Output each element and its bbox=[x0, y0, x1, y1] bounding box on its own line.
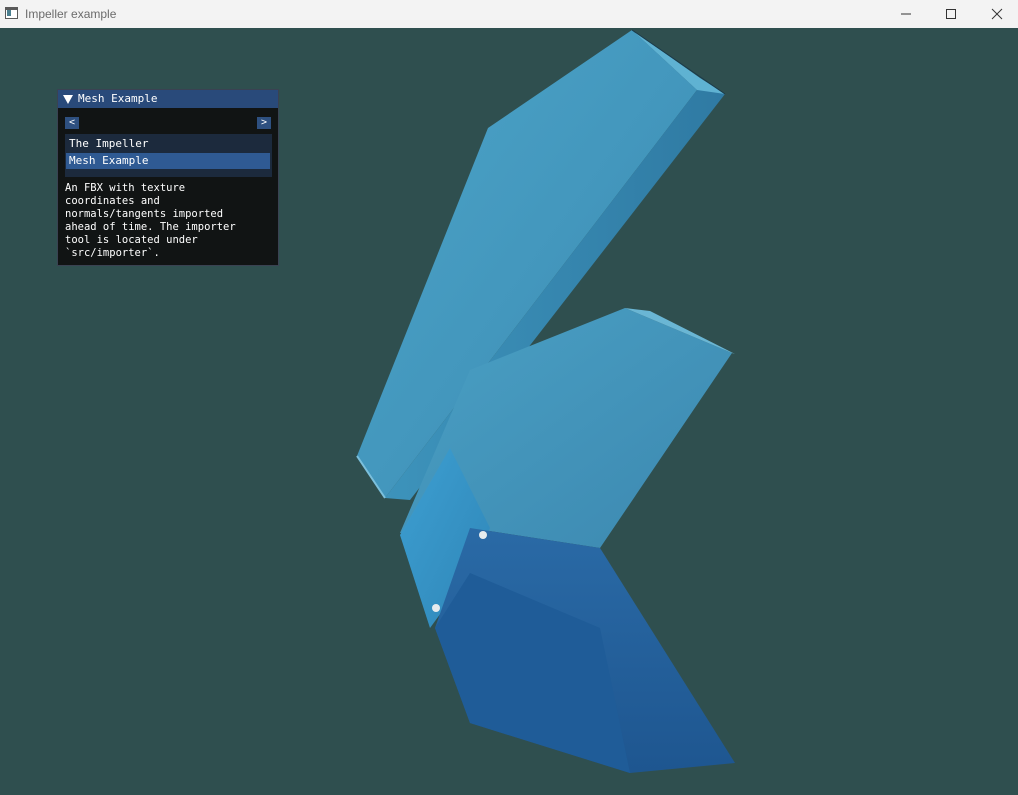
previous-example-button[interactable]: < bbox=[65, 117, 79, 129]
panel-title: Mesh Example bbox=[78, 92, 158, 105]
window-title-bar[interactable]: Impeller example bbox=[0, 0, 1018, 28]
maximize-button[interactable] bbox=[928, 0, 974, 28]
next-example-button[interactable]: > bbox=[257, 117, 271, 129]
list-item-the-impeller[interactable]: The Impeller bbox=[66, 136, 270, 152]
mesh-screw-2 bbox=[432, 604, 440, 612]
close-icon bbox=[991, 8, 1003, 20]
panel-title-bar[interactable]: Mesh Example bbox=[58, 90, 278, 108]
maximize-icon bbox=[946, 9, 956, 19]
close-button[interactable] bbox=[974, 0, 1018, 28]
example-list[interactable]: The Impeller Mesh Example bbox=[65, 134, 272, 177]
collapse-arrow-icon[interactable] bbox=[63, 95, 73, 104]
minimize-icon bbox=[901, 13, 911, 15]
window-title: Impeller example bbox=[25, 7, 117, 21]
mesh-example-panel[interactable]: Mesh Example < > The Impeller Mesh Examp… bbox=[57, 89, 279, 266]
mesh-screw-1 bbox=[479, 531, 487, 539]
list-item-mesh-example[interactable]: Mesh Example bbox=[66, 153, 270, 169]
render-viewport[interactable]: Mesh Example < > The Impeller Mesh Examp… bbox=[0, 28, 1018, 795]
minimize-button[interactable] bbox=[883, 0, 929, 28]
example-description: An FBX with texture coordinates and norm… bbox=[65, 182, 236, 259]
app-window-icon bbox=[5, 7, 18, 19]
